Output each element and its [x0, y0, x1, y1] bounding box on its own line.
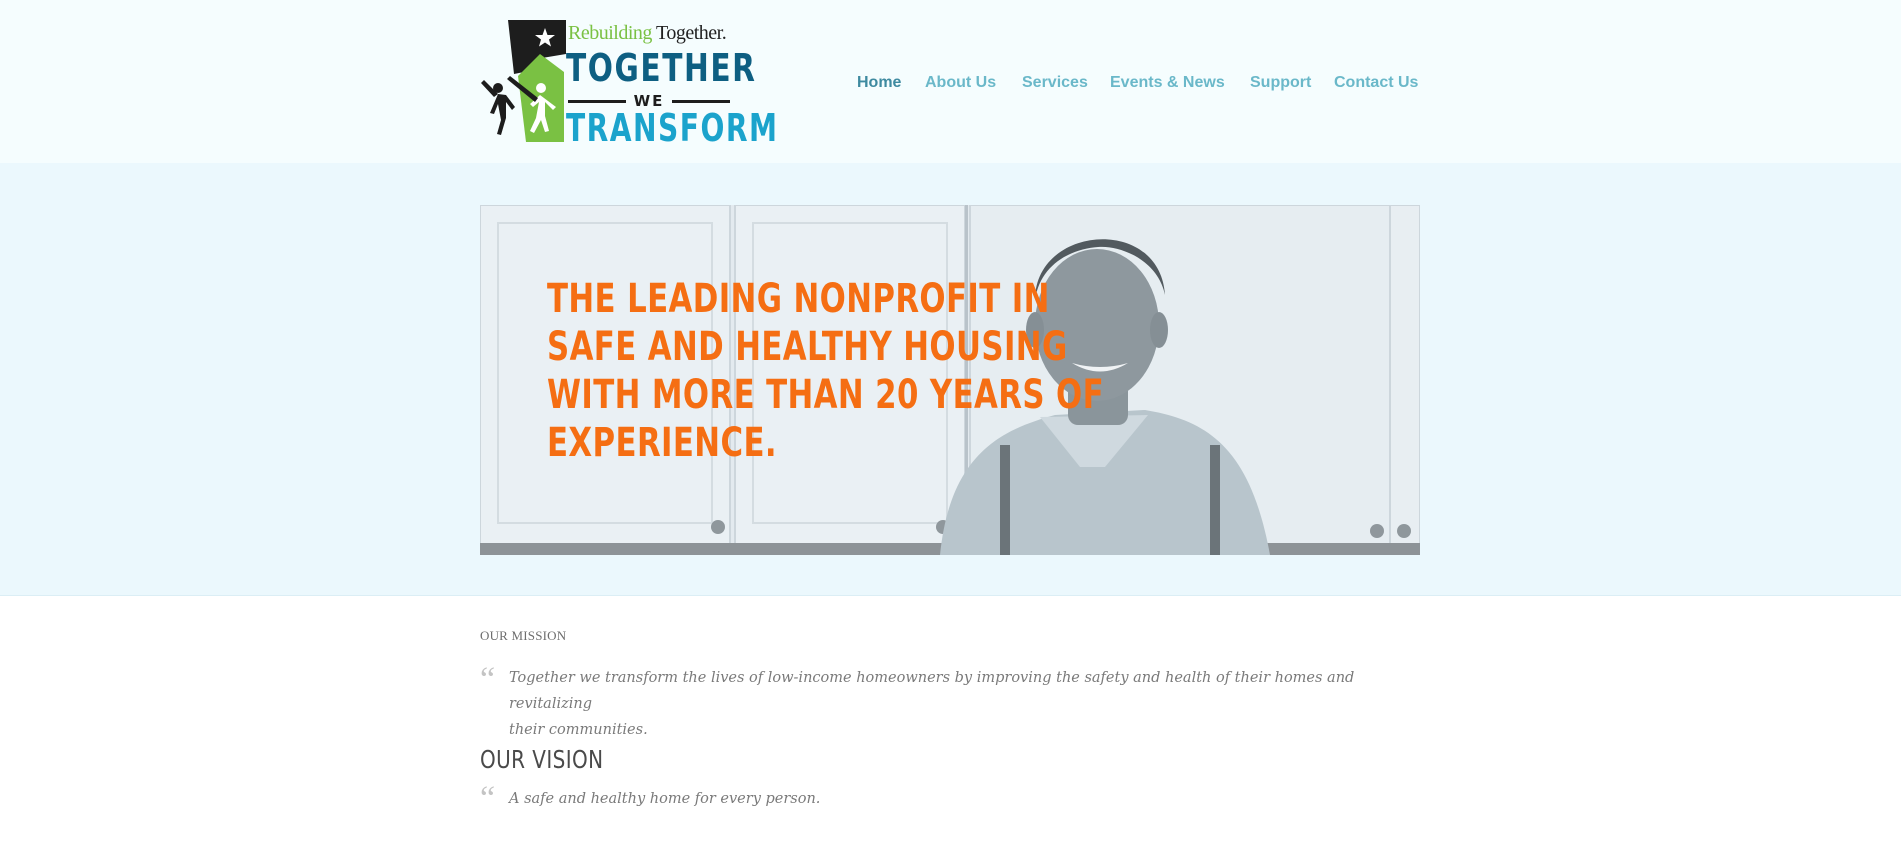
quote-mark-icon: “ [480, 780, 496, 817]
nav-about-us[interactable]: About Us [925, 74, 996, 92]
site-logo[interactable]: Rebuilding Together. TOGETHER WE TRANSFO… [478, 18, 777, 150]
mission-text: Together we transform the lives of low-i… [509, 665, 1420, 743]
quote-mark-icon: “ [480, 661, 496, 698]
vision-quote: “ A safe and healthy home for every pers… [480, 782, 1420, 822]
logo-transform: TRANSFORM [566, 106, 779, 150]
logo-together: TOGETHER [566, 46, 757, 90]
hero-headline-line: EXPERIENCE. [547, 420, 777, 466]
vision-title: OUR VISION [480, 745, 604, 774]
hero-image: THE LEADING NONPROFIT IN SAFE AND HEALTH… [480, 205, 1420, 555]
hero-headline-line: THE LEADING NONPROFIT IN [547, 276, 1050, 322]
nav-support[interactable]: Support [1250, 74, 1311, 92]
mission-text-line: Together we transform the lives of low-i… [509, 670, 1355, 712]
nav-events-news[interactable]: Events & News [1110, 74, 1225, 92]
hero-headline-line: SAFE AND HEALTHY HOUSING [547, 324, 1068, 370]
nav-home[interactable]: Home [857, 74, 901, 92]
mission-text-line: their communities. [509, 722, 648, 738]
nav-contact-us[interactable]: Contact Us [1334, 74, 1418, 92]
logo-tagline-green: Rebuilding [568, 22, 652, 44]
hero-headline: THE LEADING NONPROFIT IN SAFE AND HEALTH… [547, 275, 1104, 467]
nav-services[interactable]: Services [1022, 74, 1088, 92]
logo-tagline-black: Together. [656, 22, 727, 44]
logo-divider-right [672, 100, 730, 103]
mission-label: OUR MISSION [480, 628, 567, 643]
site-header: Rebuilding Together. TOGETHER WE TRANSFO… [0, 0, 1901, 163]
logo-emblem-icon [481, 20, 566, 142]
hero-headline-line: WITH MORE THAN 20 YEARS OF [547, 372, 1104, 418]
vision-text: A safe and healthy home for every person… [509, 791, 821, 807]
logo-tagline: Rebuilding Together. [568, 22, 727, 45]
mission-quote: “ Together we transform the lives of low… [480, 660, 1420, 739]
